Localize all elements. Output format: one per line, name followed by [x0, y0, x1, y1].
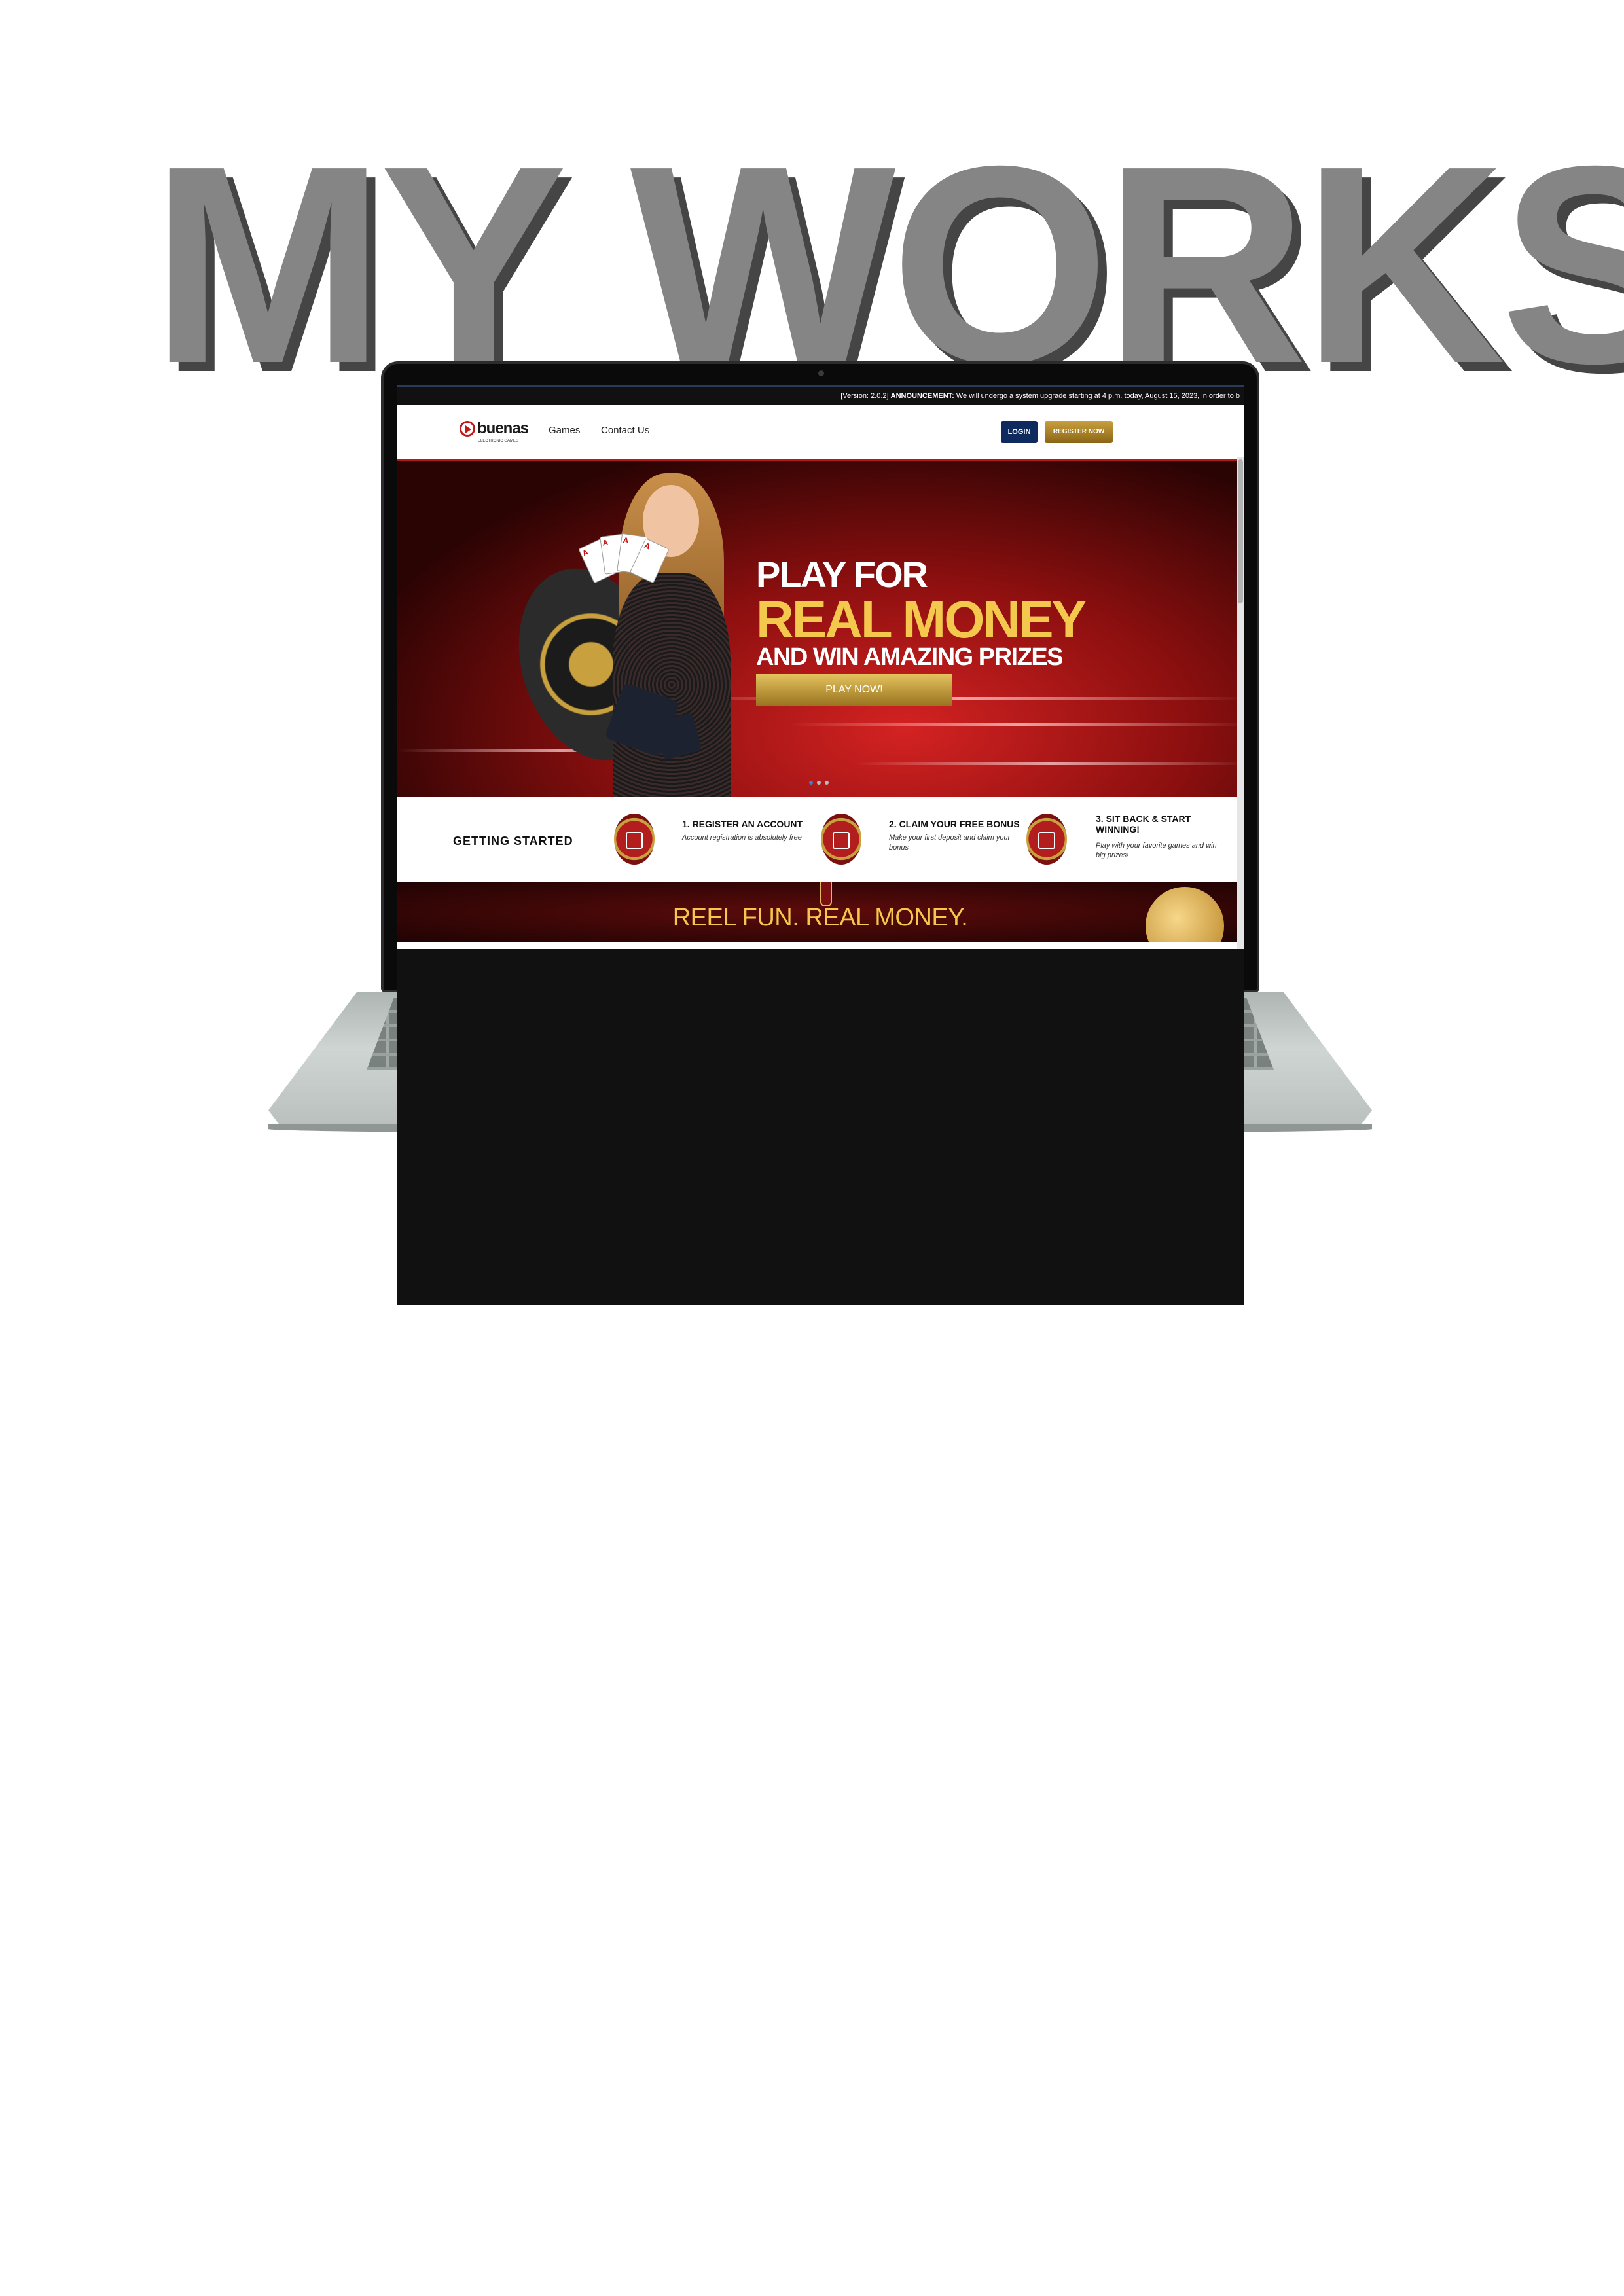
- carousel-dots: [809, 781, 829, 785]
- announcement-bar: [Version: 2.0.2] ANNOUNCEMENT: We will u…: [397, 385, 1244, 405]
- carousel-dot[interactable]: [817, 781, 821, 785]
- step-1-desc: Account registration is absolutely free: [682, 834, 802, 842]
- hero-light-streak: [855, 762, 1244, 765]
- announcement-text: We will undergo a system upgrade startin…: [956, 392, 1240, 400]
- laptop-screen: [Version: 2.0.2] ANNOUNCEMENT: We will u…: [397, 385, 1244, 1305]
- announcement-version: [Version: 2.0.2]: [840, 392, 889, 400]
- scroll-indicator-icon[interactable]: [820, 882, 832, 906]
- hero-light-streak: [789, 723, 1244, 726]
- logo-text: buenas: [477, 420, 529, 437]
- step-2-title: 2. CLAIM YOUR FREE BONUS: [889, 819, 1020, 829]
- scrollbar-thumb[interactable]: [1238, 459, 1243, 603]
- step-1-title: 1. REGISTER AN ACCOUNT: [682, 819, 803, 829]
- camera-icon: [818, 370, 824, 376]
- promo-band-text: REEL FUN. REAL MONEY.: [672, 904, 968, 931]
- navbar: buenas ELECTRONIC GAMES Games Contact Us…: [397, 405, 1244, 461]
- carousel-dot[interactable]: [809, 781, 813, 785]
- step-2-desc: Make your first deposit and claim your b…: [889, 834, 1011, 852]
- register-button[interactable]: REGISTER NOW: [1045, 421, 1113, 443]
- page-heading: MY WORKS: [151, 108, 1624, 422]
- register-account-icon: [614, 814, 655, 865]
- play-now-button[interactable]: PLAY NOW!: [756, 674, 952, 706]
- promo-band: REEL FUN. REAL MONEY.: [397, 882, 1244, 942]
- step-3-desc: Play with your favorite games and win bi…: [1096, 842, 1217, 859]
- start-winning-icon: [1026, 814, 1067, 865]
- logo-play-icon: [460, 421, 475, 437]
- getting-started-section: GETTING STARTED 1. REGISTER AN ACCOUNT A…: [397, 797, 1244, 882]
- carousel-dot[interactable]: [825, 781, 829, 785]
- hero-banner: A A A A PLAY FOR REAL MONEY AND WIN AMAZ…: [397, 461, 1244, 797]
- hero-headline-2: REAL MONEY: [756, 590, 1087, 649]
- logo-subtitle: ELECTRONIC GAMES: [478, 439, 519, 443]
- announcement-label: ANNOUNCEMENT:: [890, 392, 954, 400]
- getting-started-title: GETTING STARTED: [453, 834, 573, 848]
- login-button[interactable]: LOGIN: [1001, 421, 1038, 443]
- claim-bonus-icon: [821, 814, 861, 865]
- website: [Version: 2.0.2] ANNOUNCEMENT: We will u…: [397, 385, 1244, 949]
- site-logo[interactable]: buenas ELECTRONIC GAMES: [460, 420, 529, 443]
- hero-headline-3: AND WIN AMAZING PRIZES: [756, 643, 1064, 671]
- page-scrollbar[interactable]: [1237, 457, 1244, 949]
- step-3-title: 3. SIT BACK & START WINNING!: [1096, 814, 1191, 834]
- playing-cards-image: A A A A: [578, 533, 670, 586]
- nav-link-games[interactable]: Games: [549, 425, 580, 436]
- nav-link-contact[interactable]: Contact Us: [601, 425, 649, 436]
- laptop-lid: [Version: 2.0.2] ANNOUNCEMENT: We will u…: [381, 361, 1259, 1305]
